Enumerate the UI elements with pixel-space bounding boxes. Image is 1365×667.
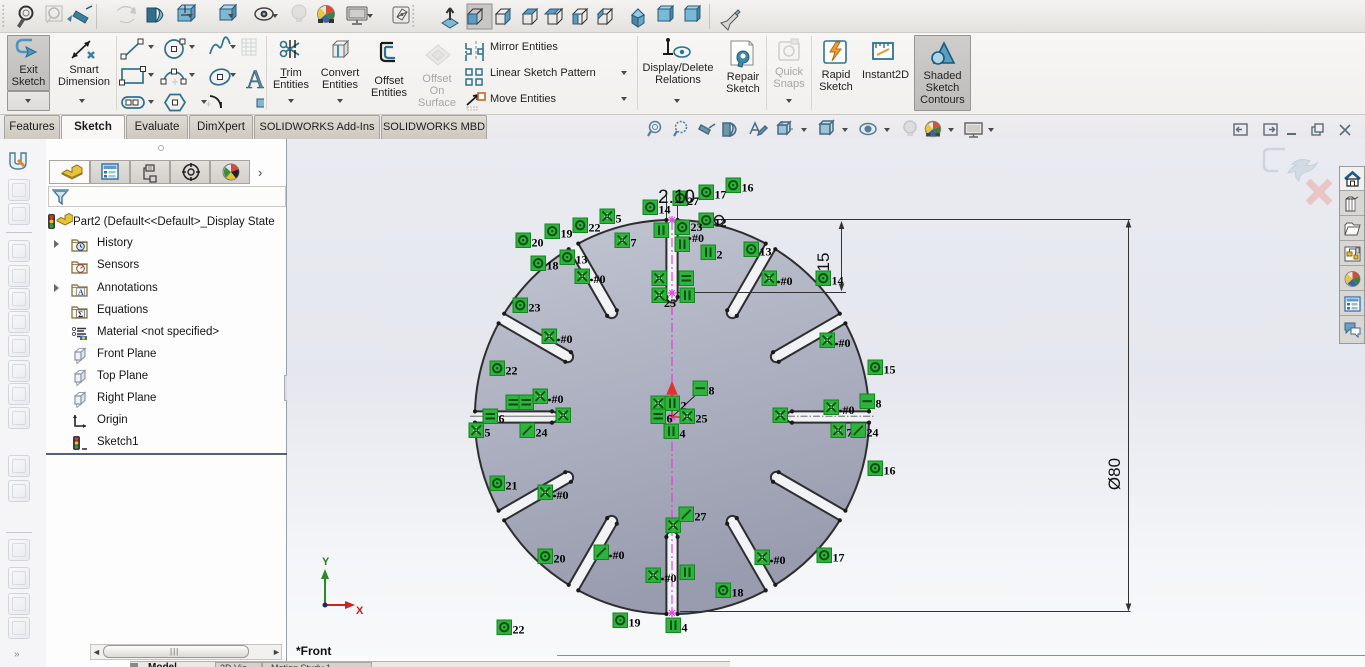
svg-text:5: 5 <box>616 212 622 226</box>
svg-text:2: 2 <box>717 248 723 262</box>
svg-text:18: 18 <box>547 259 559 273</box>
svg-text:24: 24 <box>536 426 548 440</box>
svg-text:6: 6 <box>667 412 673 426</box>
svg-text:18: 18 <box>732 586 744 600</box>
svg-text:25: 25 <box>696 412 708 426</box>
svg-text:X: X <box>356 605 364 617</box>
svg-text:27: 27 <box>695 510 707 524</box>
svg-text:#0: #0 <box>594 272 606 286</box>
svg-text:7: 7 <box>631 236 637 250</box>
svg-text:20: 20 <box>554 552 566 566</box>
svg-text:22: 22 <box>589 221 601 235</box>
svg-text:2.10: 2.10 <box>658 187 695 208</box>
svg-text:20: 20 <box>532 236 544 250</box>
svg-text:22: 22 <box>506 364 518 378</box>
svg-text:21: 21 <box>506 479 518 493</box>
svg-text:19: 19 <box>561 227 573 241</box>
svg-text:14: 14 <box>832 274 844 288</box>
svg-text:22: 22 <box>513 623 525 637</box>
svg-text:#0: #0 <box>774 553 786 567</box>
svg-text:17: 17 <box>833 551 845 565</box>
svg-text:#0: #0 <box>552 392 564 406</box>
svg-text:8: 8 <box>876 397 882 411</box>
svg-text:#0: #0 <box>557 488 569 502</box>
svg-text:Y: Y <box>322 556 330 568</box>
svg-text:25: 25 <box>664 296 676 310</box>
svg-text:#0: #0 <box>843 403 855 417</box>
svg-text:#0: #0 <box>665 571 677 585</box>
svg-text:5: 5 <box>485 426 491 440</box>
svg-text:4: 4 <box>680 427 686 441</box>
svg-text:4: 4 <box>682 621 688 635</box>
svg-text:15: 15 <box>814 253 833 272</box>
svg-text:8: 8 <box>709 384 715 398</box>
svg-text:16: 16 <box>742 181 754 195</box>
svg-text:15: 15 <box>884 363 896 377</box>
svg-text:12: 12 <box>715 216 727 230</box>
svg-text:23: 23 <box>529 301 541 315</box>
svg-text:17: 17 <box>715 188 727 202</box>
svg-text:16: 16 <box>884 464 896 478</box>
svg-text:#0: #0 <box>692 231 704 245</box>
svg-text:6: 6 <box>499 412 505 426</box>
svg-text:13: 13 <box>760 245 772 259</box>
svg-text:19: 19 <box>629 616 641 630</box>
svg-text:13: 13 <box>576 253 588 267</box>
svg-text:#0: #0 <box>561 332 573 346</box>
svg-text:#0: #0 <box>613 548 625 562</box>
svg-text:#0: #0 <box>781 274 793 288</box>
svg-text:#0: #0 <box>839 336 851 350</box>
svg-text:Ø80: Ø80 <box>1105 458 1124 490</box>
svg-text:24: 24 <box>867 426 879 440</box>
